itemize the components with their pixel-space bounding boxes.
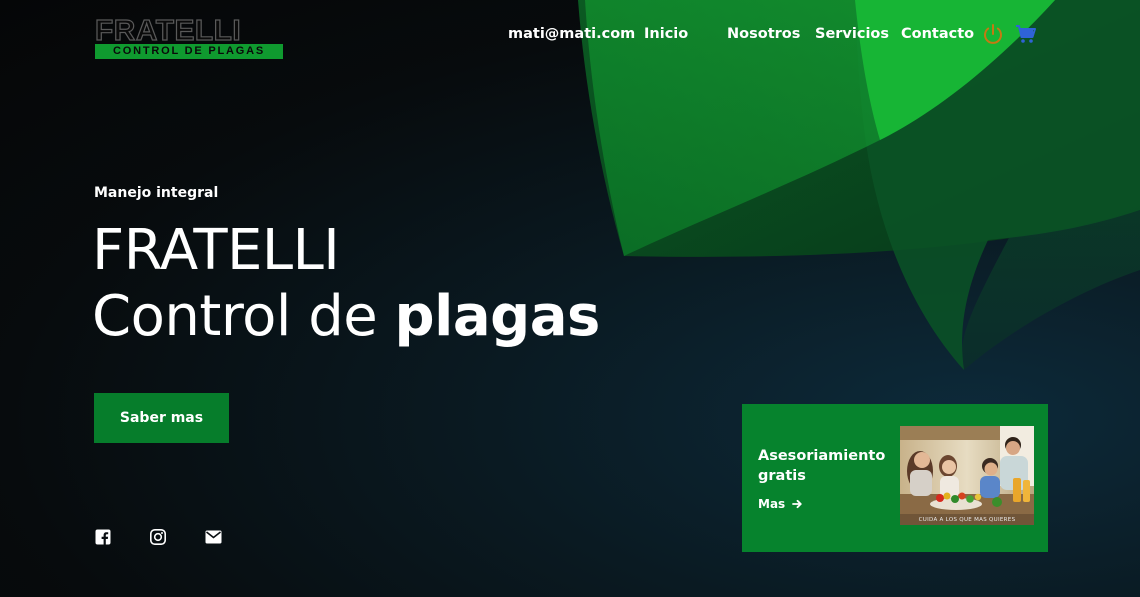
nav-item-nosotros[interactable]: Nosotros bbox=[727, 23, 800, 45]
instagram-icon[interactable] bbox=[150, 529, 168, 547]
logo-wordmark: FRATELLI bbox=[94, 15, 242, 47]
nav-item-contacto[interactable]: Contacto bbox=[901, 23, 974, 45]
family-kitchen-image: CUIDA A LOS QUE MAS QUIERES bbox=[900, 426, 1034, 525]
hero-title-line2-prefix: Control de bbox=[92, 284, 395, 349]
hero-title-line1: FRATELLI bbox=[92, 218, 340, 283]
hero-title-line2: Control de plagas bbox=[92, 284, 600, 350]
site-header: FRATELLI CONTROL DE PLAGAS mati@mati.com… bbox=[0, 0, 1140, 66]
promo-title: Asesoriamiento gratis bbox=[758, 448, 886, 484]
logo-tagline: CONTROL DE PLAGAS bbox=[95, 44, 283, 59]
promo-more-link[interactable]: Mas bbox=[758, 497, 803, 511]
promo-card[interactable]: Asesoriamiento gratis Mas CUIDA A LOS QU… bbox=[742, 404, 1048, 552]
shopping-cart-icon[interactable] bbox=[1014, 22, 1038, 46]
facebook-icon[interactable] bbox=[95, 529, 113, 547]
promo-more-label: Mas bbox=[758, 497, 786, 511]
hero-title-line2-bold: plagas bbox=[394, 284, 601, 349]
hero-title: FRATELLI Control de plagas bbox=[92, 218, 600, 350]
promo-image-caption: CUIDA A LOS QUE MAS QUIERES bbox=[918, 517, 1016, 523]
saber-mas-button[interactable]: Saber mas bbox=[94, 393, 229, 443]
nav-email-link[interactable]: mati@mati.com bbox=[508, 23, 635, 45]
power-icon[interactable] bbox=[981, 22, 1005, 46]
hero-kicker: Manejo integral bbox=[94, 185, 219, 201]
nav-item-inicio[interactable]: Inicio bbox=[644, 23, 688, 45]
nav-item-servicios[interactable]: Servicios bbox=[815, 23, 889, 45]
brand-logo[interactable]: FRATELLI CONTROL DE PLAGAS bbox=[94, 16, 283, 60]
arrow-right-icon bbox=[789, 497, 803, 511]
mail-icon[interactable] bbox=[205, 529, 223, 547]
